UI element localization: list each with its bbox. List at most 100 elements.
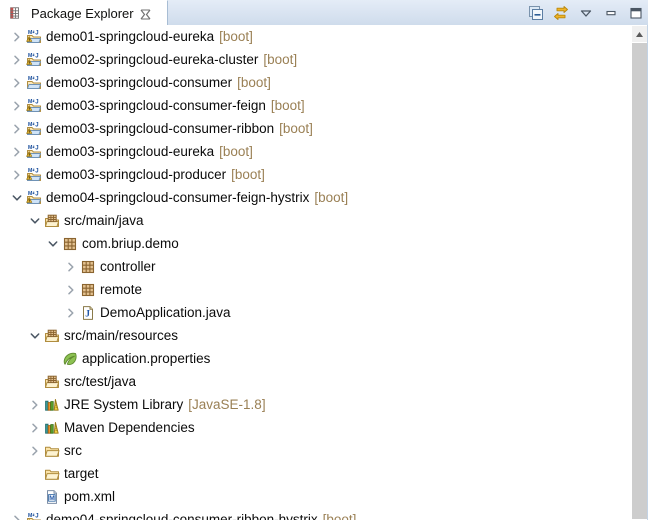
svg-text:M: M [28,191,32,197]
tree-row[interactable]: Maven Dependencies [1,416,633,439]
svg-text:M: M [49,495,55,502]
tree-row[interactable]: M Jdemo04-springcloud-consumer-ribbon-hys… [1,508,633,520]
java-project-warning-icon: MJ [25,52,43,68]
collapse-arrow-icon[interactable] [9,190,25,206]
collapse-arrow-icon[interactable] [27,213,43,229]
tree-row[interactable]: src/main/java [1,209,633,232]
expand-arrow-icon[interactable] [9,52,25,68]
view-tab-bar: Package Explorer [0,0,648,26]
tree-row-label: target [64,465,99,481]
tree-row-label: remote [100,281,143,297]
package-icon [61,236,79,252]
collapse-arrow-icon[interactable] [27,328,43,344]
tree-row[interactable]: Mpom.xml [1,485,633,508]
maven-pom-icon: M [43,489,61,505]
folder-icon [43,443,61,459]
expand-arrow-icon[interactable] [27,420,43,436]
svg-text:J: J [85,309,90,319]
source-folder-icon [43,374,61,390]
tree-row[interactable]: J DemoApplication.java [1,301,633,324]
collapse-arrow-icon[interactable] [45,236,61,252]
tree-arrow-spacer [27,466,43,482]
tree-row[interactable]: M Jdemo04-springcloud-consumer-feign-hyst… [1,186,633,209]
close-icon[interactable] [140,8,151,20]
scrollbar-thumb[interactable] [632,43,647,519]
expand-arrow-icon[interactable] [9,98,25,114]
java-project-warning-icon: MJ [25,167,43,183]
source-folder-icon [43,328,61,344]
tree-row-label: Maven Dependencies [64,419,195,435]
tree-row-decoration: [boot] [263,51,298,67]
tree-row-label: com.briup.demo [82,235,179,251]
tree-row-label: controller [100,258,156,274]
svg-text:J: J [35,168,38,174]
library-icon [43,420,61,436]
tree-row-decoration: [boot] [314,189,349,205]
package-icon [79,259,97,275]
scroll-up-arrow-icon[interactable] [632,26,647,42]
tab-label: Package Explorer [31,5,134,21]
tree-row[interactable]: src [1,439,633,462]
tree-row[interactable]: M Jdemo03-springcloud-eureka [boot] [1,140,633,163]
tree-row[interactable]: M Jdemo03-springcloud-consumer-feign [boot… [1,94,633,117]
tree-arrow-spacer [27,374,43,390]
tree-row[interactable]: application.properties [1,347,633,370]
package-icon [79,282,97,298]
tree-row-decoration: [boot] [322,511,357,520]
expand-arrow-icon[interactable] [63,259,79,275]
view-menu-icon[interactable] [578,5,594,21]
expand-arrow-icon[interactable] [9,75,25,91]
svg-text:M: M [28,76,32,82]
tree-row-label: src/test/java [64,373,137,389]
tree-row-label: application.properties [82,350,211,366]
library-icon [43,397,61,413]
tree-row-label: demo04-springcloud-consumer-feign-hystri… [46,189,310,205]
link-with-editor-icon[interactable] [553,5,569,21]
tree-row-label: src/main/java [64,212,144,228]
tree-row-decoration: [boot] [270,97,305,113]
package-explorer-tree-panel: M Jdemo01-springcloud-eureka [boot] M Jdemo0… [0,25,648,520]
tree-row[interactable]: target [1,462,633,485]
expand-arrow-icon[interactable] [9,29,25,45]
svg-text:M: M [28,53,32,59]
java-project-warning-icon: MJ [25,29,43,45]
expand-arrow-icon[interactable] [9,144,25,160]
minimize-icon[interactable] [603,5,619,21]
svg-text:J: J [35,145,38,151]
expand-arrow-icon[interactable] [9,512,25,520]
tree-row[interactable]: M Jdemo03-springcloud-consumer [boot] [1,71,633,94]
expand-arrow-icon[interactable] [63,282,79,298]
tree-row-label: DemoApplication.java [100,304,231,320]
expand-arrow-icon[interactable] [9,121,25,137]
tab-package-explorer[interactable]: Package Explorer [0,0,168,25]
tree-row-label: demo03-springcloud-consumer-ribbon [46,120,275,136]
tree-row[interactable]: M Jdemo02-springcloud-eureka-cluster [boot… [1,48,633,71]
tree-row[interactable]: src/main/resources [1,324,633,347]
tree-row[interactable]: remote [1,278,633,301]
tree-row[interactable]: controller [1,255,633,278]
view-toolbar [528,0,644,25]
expand-arrow-icon[interactable] [27,397,43,413]
expand-arrow-icon[interactable] [9,167,25,183]
vertical-scrollbar[interactable] [632,26,647,519]
collapse-all-icon[interactable] [528,5,544,21]
tree-arrow-spacer [45,351,61,367]
tree-row[interactable]: M Jdemo03-springcloud-consumer-ribbon [boo… [1,117,633,140]
project-tree[interactable]: M Jdemo01-springcloud-eureka [boot] M Jdemo0… [1,25,633,520]
package-explorer-icon [6,5,24,21]
maximize-icon[interactable] [628,5,644,21]
svg-text:J: J [35,122,38,128]
expand-arrow-icon[interactable] [63,305,79,321]
expand-arrow-icon[interactable] [27,443,43,459]
tree-row[interactable]: M Jdemo01-springcloud-eureka [boot] [1,25,633,48]
tree-row-decoration: [boot] [219,143,253,159]
java-project-warning-icon: MJ [25,121,43,137]
tree-row[interactable]: src/test/java [1,370,633,393]
java-project-warning-icon: MJ [25,144,43,160]
tree-row[interactable]: M Jdemo03-springcloud-producer [boot] [1,163,633,186]
svg-text:M: M [28,145,32,151]
tree-row-label: demo03-springcloud-producer [46,166,227,182]
tree-row[interactable]: com.briup.demo [1,232,633,255]
tree-row[interactable]: JRE System Library [JavaSE-1.8] [1,393,633,416]
tree-row-label: pom.xml [64,488,116,504]
